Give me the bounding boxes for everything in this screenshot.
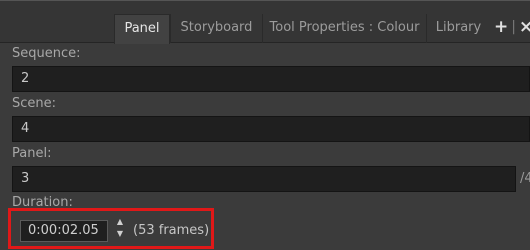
scene-label: Scene:: [12, 96, 57, 111]
spinner-up-icon[interactable]: ▲: [114, 216, 126, 228]
tab-bar: Panel Storyboard Tool Properties : Colou…: [0, 1, 530, 44]
panel-field[interactable]: 3: [12, 166, 516, 192]
tab-actions: + | ×: [494, 13, 530, 41]
tab-storyboard[interactable]: Storyboard: [170, 14, 262, 43]
duration-spinner[interactable]: ▲ ▼: [114, 216, 126, 244]
panel-total: /4: [520, 171, 530, 186]
tab-panel[interactable]: Panel: [114, 14, 170, 44]
sequence-field[interactable]: 2: [12, 66, 530, 92]
panel-window: Panel Storyboard Tool Properties : Colou…: [0, 0, 530, 250]
sequence-label: Sequence:: [12, 46, 81, 61]
tab-library[interactable]: Library: [426, 14, 490, 43]
spinner-down-icon[interactable]: ▼: [114, 228, 126, 240]
frames-count: (53 frames): [133, 223, 210, 238]
close-icon[interactable]: ×: [519, 17, 530, 37]
separator: |: [511, 19, 516, 35]
panel-label: Panel:: [12, 146, 52, 161]
scene-field[interactable]: 4: [12, 116, 530, 142]
duration-input[interactable]: 0:00:02.05: [20, 220, 108, 242]
tab-tool-properties-colour[interactable]: Tool Properties : Colour: [262, 14, 426, 43]
plus-icon[interactable]: +: [494, 17, 508, 37]
